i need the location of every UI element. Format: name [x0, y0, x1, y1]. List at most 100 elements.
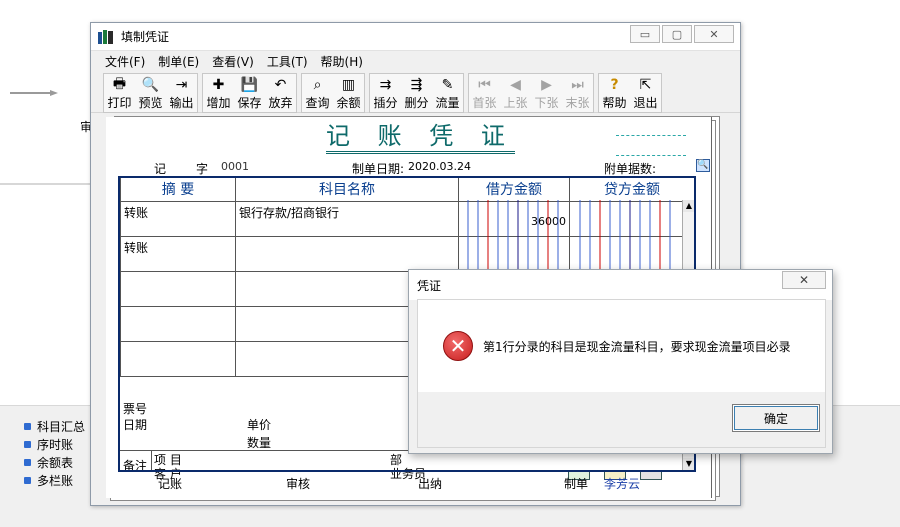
voucher-title: 记 账 凭 证: [326, 121, 515, 154]
window-titlebar[interactable]: 填制凭证 ▭ ▢ ✕: [91, 23, 740, 51]
balance-button[interactable]: ▥ 余额: [333, 74, 364, 112]
table-row: 转账: [120, 236, 695, 272]
menu-file[interactable]: 文件(F): [105, 53, 145, 70]
menu-bar: 文件(F) 制单(E) 查看(V) 工具(T) 帮助(H): [91, 51, 740, 71]
delete-row-icon: ⇶: [410, 77, 423, 93]
insert-entry-button[interactable]: ⇉ 插分: [370, 74, 401, 112]
header-credit: 贷方金额: [569, 176, 695, 202]
report-list: 科目汇总 序时账 余额表 多栏账: [24, 417, 85, 489]
add-button[interactable]: ✚ 增加: [203, 74, 234, 112]
menu-view[interactable]: 查看(V): [212, 53, 254, 70]
flow-arrow-icon: [10, 90, 58, 96]
quantity-label: 数量: [247, 436, 272, 450]
summary-cell[interactable]: [120, 271, 236, 307]
print-button[interactable]: 🖶 打印: [104, 74, 135, 112]
cashflow-button[interactable]: ✎ 流量: [432, 74, 463, 112]
help-button[interactable]: ? 帮助: [599, 74, 630, 112]
header-summary: 摘 要: [120, 176, 236, 202]
ticket-date-label: 日期: [123, 418, 148, 432]
add-icon: ✚: [212, 77, 225, 93]
report-item[interactable]: 多栏账: [24, 471, 85, 489]
dialog-title[interactable]: 凭证: [409, 270, 832, 300]
unit-price-label: 单价: [247, 418, 272, 432]
discard-button[interactable]: ↶ 放弃: [265, 74, 296, 112]
report-item[interactable]: 余额表: [24, 453, 85, 471]
bullet-icon: [24, 422, 31, 430]
dialog-message: 第1行分录的科目是现金流量科目，要求现金流量项目必录: [483, 340, 791, 354]
calc-icon[interactable]: [640, 470, 662, 480]
cashier-label: 出纳: [418, 477, 443, 491]
remark-label: 备注: [123, 459, 148, 473]
debit-cell[interactable]: 36000: [458, 201, 570, 237]
voucher-number[interactable]: 0001: [221, 160, 249, 173]
voucher-date[interactable]: 2020.03.24: [408, 160, 471, 173]
export-button[interactable]: ⇥ 输出: [166, 74, 197, 112]
summary-cell[interactable]: 转账: [120, 201, 236, 237]
attachments-label: 附单据数:: [604, 162, 657, 176]
minimize-button[interactable]: ▭: [630, 25, 660, 43]
magnifier-icon[interactable]: 🔍: [696, 159, 710, 172]
dialog-body: ✕ 第1行分录的科目是现金流量科目，要求现金流量项目必录 确定: [417, 299, 826, 448]
remark-divider: [151, 450, 152, 472]
prev-icon: ◀: [510, 77, 521, 93]
toolbar-group-query: ⌕ 查询 ▥ 余额: [301, 73, 365, 113]
credit-cell[interactable]: [569, 201, 683, 237]
last-icon: ⏭: [571, 77, 584, 93]
report-item[interactable]: 序时账: [24, 435, 85, 453]
toolbar: 🖶 打印 🔍 预览 ⇥ 输出 ✚ 增加 💾 保存 ↶ 放弃 ⌕ 查询 ▥ 余额 ⇉ 插分 ⇶ 删分 …: [91, 71, 740, 113]
toolbar-group-output: 🖶 打印 🔍 预览 ⇥ 输出: [103, 73, 198, 113]
summary-cell[interactable]: 转账: [120, 236, 236, 272]
restore-button[interactable]: ▢: [662, 25, 692, 43]
export-icon: ⇥: [175, 77, 188, 93]
binoculars-icon: ⌕: [313, 77, 322, 93]
bullet-icon: [24, 476, 31, 484]
dialog-message-area: ✕ 第1行分录的科目是现金流量科目，要求现金流量项目必录: [418, 300, 825, 392]
attachment-dash-line: [616, 135, 686, 136]
bookkeeping-label: 记账: [158, 477, 183, 491]
bullet-icon: [24, 458, 31, 466]
printer-icon: 🖶: [112, 76, 127, 92]
next-icon: ▶: [541, 77, 552, 93]
error-dialog: 凭证 ✕ ✕ 第1行分录的科目是现金流量科目，要求现金流量项目必录 确定: [408, 269, 833, 454]
delete-entry-button[interactable]: ⇶ 删分: [401, 74, 432, 112]
debit-cell[interactable]: [458, 236, 570, 272]
cashflow-icon: ✎: [441, 77, 454, 93]
maker-name: 李芳云: [604, 477, 641, 491]
undo-icon: ↶: [274, 77, 287, 93]
scroll-up-icon[interactable]: ▲: [683, 200, 695, 212]
insert-row-icon: ⇉: [379, 77, 392, 93]
next-voucher-button[interactable]: ▶ 下张: [531, 74, 562, 112]
header-debit: 借方金额: [458, 176, 570, 202]
ticket-no-label: 票号: [123, 402, 148, 416]
account-cell[interactable]: 银行存款/招商银行: [235, 201, 459, 237]
balance-chart-icon: ▥: [341, 77, 356, 93]
header-account: 科目名称: [235, 176, 459, 202]
menu-help[interactable]: 帮助(H): [321, 53, 363, 70]
summary-cell[interactable]: [120, 306, 236, 342]
report-item[interactable]: 科目汇总: [24, 417, 85, 435]
menu-make[interactable]: 制单(E): [158, 53, 199, 70]
attachment-dash-line: [616, 155, 686, 156]
window-title: 填制凭证: [121, 30, 170, 44]
dialog-close-button[interactable]: ✕: [782, 271, 826, 289]
preview-icon: 🔍: [141, 77, 160, 93]
prev-voucher-button[interactable]: ◀ 上张: [500, 74, 531, 112]
toolbar-group-misc: ? 帮助 ⇱ 退出: [598, 73, 662, 113]
close-button[interactable]: ✕: [694, 25, 734, 43]
help-icon: ?: [610, 77, 619, 93]
exit-button[interactable]: ⇱ 退出: [630, 74, 661, 112]
voucher-type[interactable]: 记: [154, 160, 166, 177]
account-cell[interactable]: [235, 236, 459, 272]
credit-cell[interactable]: [569, 236, 683, 272]
voucher-number-label: 字: [196, 162, 209, 176]
table-row: 转账 银行存款/招商银行 36000: [120, 201, 695, 237]
ok-button[interactable]: 确定: [732, 404, 820, 432]
menu-tools[interactable]: 工具(T): [267, 53, 308, 70]
save-icon: 💾: [240, 77, 259, 93]
preview-button[interactable]: 🔍 预览: [135, 74, 166, 112]
last-voucher-button[interactable]: ⏭ 末张: [562, 74, 593, 112]
summary-cell[interactable]: [120, 341, 236, 377]
save-button[interactable]: 💾 保存: [234, 74, 265, 112]
query-button[interactable]: ⌕ 查询: [302, 74, 333, 112]
first-voucher-button[interactable]: ⏮ 首张: [469, 74, 500, 112]
